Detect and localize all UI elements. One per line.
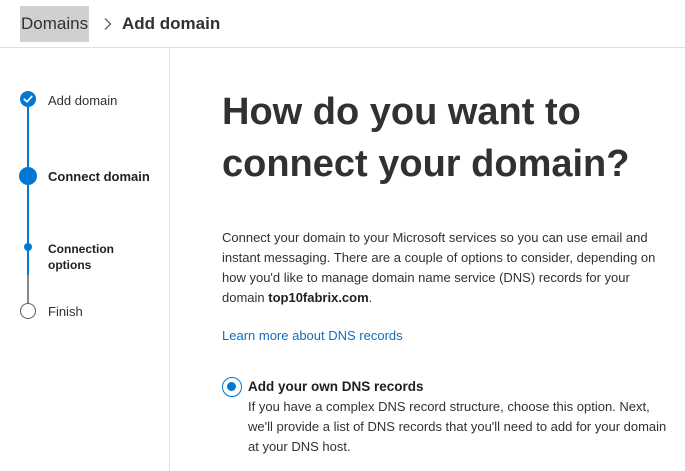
option-description: If you have a complex DNS record structu… [248,399,667,454]
option-title: Add your own DNS records [248,379,424,394]
domain-name: top10fabrix.com [268,290,369,305]
step-current-dot-icon [19,167,37,185]
substep-dot-icon [24,243,32,251]
breadcrumb-current: Add domain [122,14,221,33]
breadcrumb-domains-link[interactable]: Domains [20,6,90,42]
radio-button-selected[interactable] [222,377,242,397]
page-title: How do you want to connect your domain? [222,91,630,185]
chevron-right-icon [104,18,112,30]
step-connector [27,251,29,275]
step-upcoming-circle-icon [20,303,36,319]
step-connector [27,275,29,303]
step-label-add-domain: Add domain [48,93,118,108]
radio-dot-icon [227,382,236,391]
learn-more-dns-link[interactable]: Learn more about DNS records [222,326,403,346]
step-completed-check-icon [20,91,36,107]
step-connector [27,107,29,167]
step-label-finish: Finish [48,304,83,319]
step-connector [27,185,29,243]
step-label-connect-domain: Connect domain [48,169,150,184]
header: Domains Add domain [0,0,685,48]
page-description: Connect your domain to your Microsoft se… [222,228,674,308]
step-label-connection-options: Connection options [48,242,114,272]
description-end: . [368,290,373,305]
wizard-stepper: Add domain Connect domain Connection opt… [0,48,170,471]
